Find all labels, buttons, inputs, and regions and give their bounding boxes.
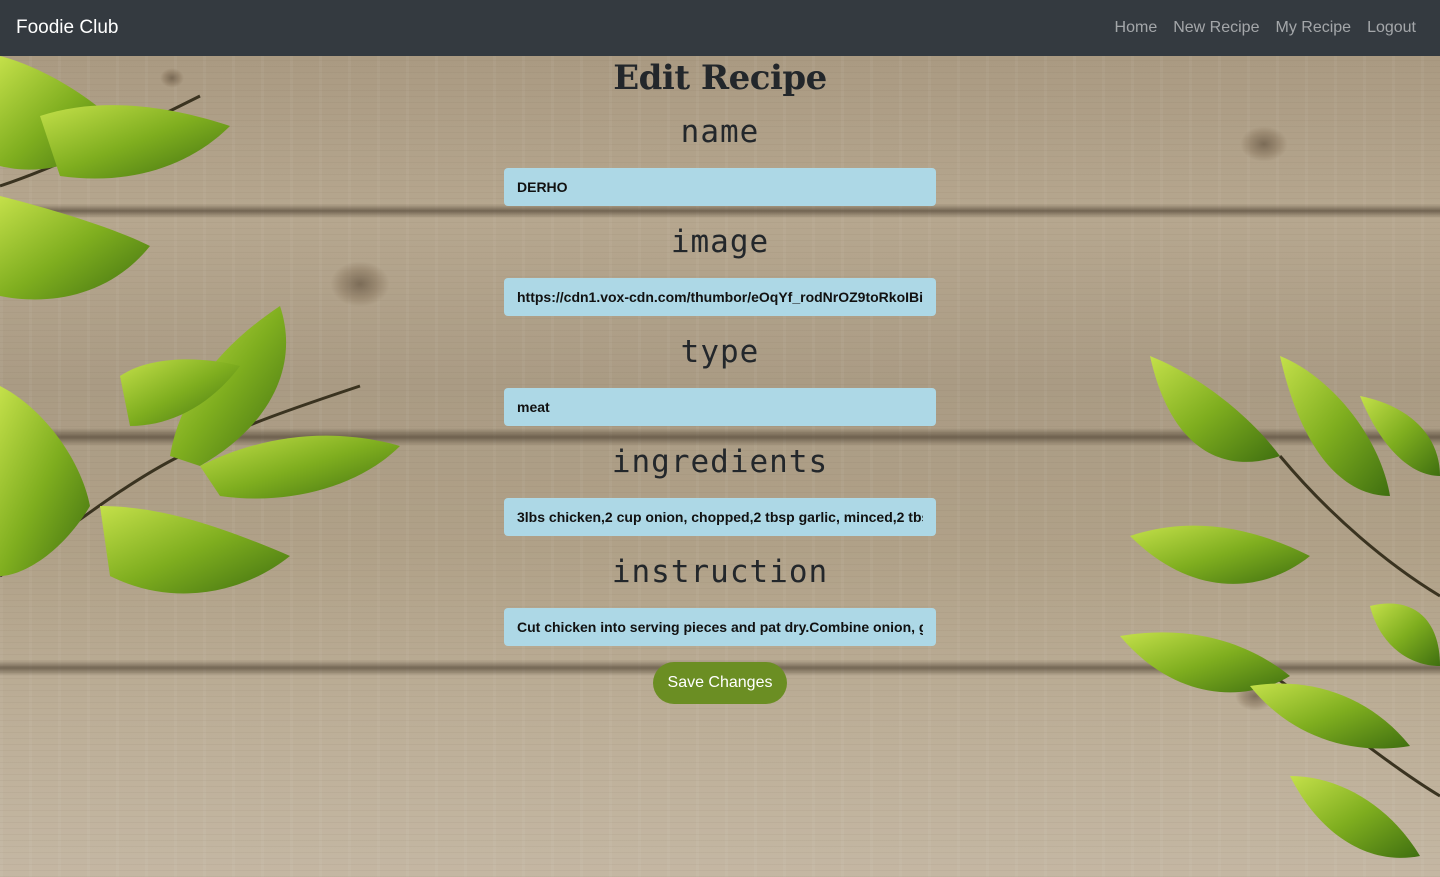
nav-my-recipe-link[interactable]: My Recipe [1267,19,1359,37]
name-label: name [680,114,760,150]
image-url-input[interactable] [504,278,936,316]
type-input[interactable] [504,388,936,426]
type-label: type [680,334,760,370]
ingredients-input[interactable] [504,498,936,536]
name-input[interactable] [504,168,936,206]
brand-logo[interactable]: Foodie Club [16,17,118,39]
nav-new-recipe-link[interactable]: New Recipe [1165,19,1267,37]
image-label: image [670,224,770,260]
instruction-label: instruction [611,554,829,590]
nav-home-link[interactable]: Home [1107,19,1166,37]
instruction-input[interactable] [504,608,936,646]
ingredients-label: ingredients [611,444,829,480]
page-title: Edit Recipe [613,58,827,98]
navbar: Foodie Club Home New Recipe My Recipe Lo… [0,0,1440,56]
nav-logout-link[interactable]: Logout [1359,19,1424,37]
nav-links: Home New Recipe My Recipe Logout [1107,19,1424,37]
leaf-branch-right [1120,356,1440,858]
save-changes-button[interactable]: Save Changes [653,662,787,704]
